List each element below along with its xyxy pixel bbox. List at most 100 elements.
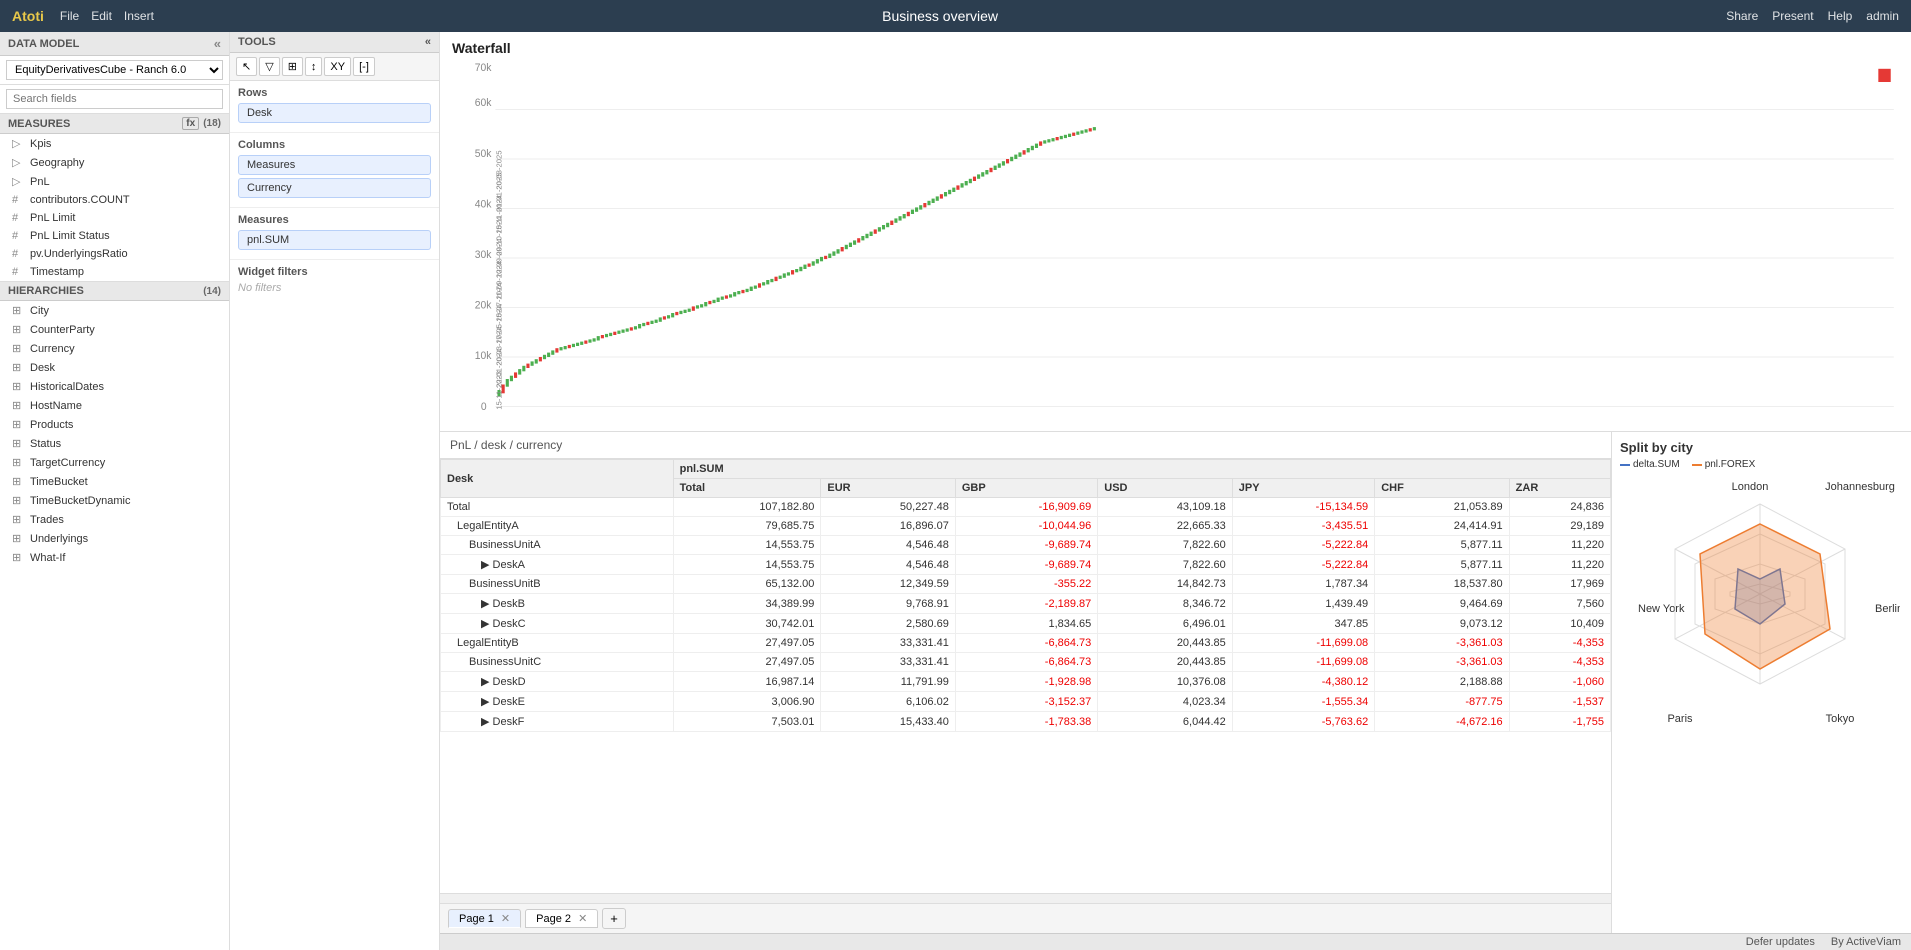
- tree-label: TimeBucketDynamic: [30, 495, 130, 507]
- cell-zar: 7,560: [1509, 594, 1610, 614]
- pagination: Page 1 ✕ Page 2 ✕ +: [440, 903, 1611, 933]
- columns-measures-item[interactable]: Measures: [238, 155, 431, 175]
- hierarchy-icon: ⊞: [12, 475, 26, 488]
- table-wrapper[interactable]: Desk pnl.SUM Total EUR GBP USD JPY CHF Z…: [440, 459, 1611, 893]
- cell-zar: 11,220: [1509, 536, 1610, 555]
- tree-item-timebucket[interactable]: ⊞ TimeBucket: [0, 472, 229, 491]
- cell-total: 16,987.14: [673, 672, 821, 692]
- hash-icon: #: [12, 266, 26, 278]
- tool-btn-filter[interactable]: ▽: [259, 57, 279, 76]
- columns-section: Columns Measures Currency: [230, 133, 439, 208]
- tree-item-currency[interactable]: ⊞ Currency: [0, 339, 229, 358]
- rows-section: Rows Desk: [230, 81, 439, 133]
- tree-item-pnl[interactable]: ▷PnL: [0, 172, 229, 191]
- tree-label: PnL: [30, 176, 50, 188]
- tree-item-pvunderlying[interactable]: #pv.UnderlyingsRatio: [0, 245, 229, 263]
- cube-select[interactable]: EquityDerivativesCube - Ranch 6.0: [6, 60, 223, 80]
- cell-total: 27,497.05: [673, 653, 821, 672]
- tree-item-pnllimit[interactable]: #PnL Limit: [0, 209, 229, 227]
- collapse-icon[interactable]: «: [214, 36, 221, 51]
- tool-btn-sort[interactable]: ↕: [305, 57, 323, 76]
- cell-usd: 8,346.72: [1098, 594, 1232, 614]
- search-section: [0, 85, 229, 114]
- table-row: ▶ DeskB 34,389.99 9,768.91 -2,189.87 8,3…: [441, 594, 1611, 614]
- hierarchies-count: (14): [203, 286, 221, 297]
- cell-gbp: -3,152.37: [955, 692, 1097, 712]
- tree-item-status[interactable]: ⊞Status: [0, 434, 229, 453]
- cell-jpy: -15,134.59: [1232, 498, 1374, 517]
- close-page2[interactable]: ✕: [578, 913, 587, 925]
- cell-gbp: -6,864.73: [955, 653, 1097, 672]
- tree-item-timebucketdynamic[interactable]: ⊞TimeBucketDynamic: [0, 491, 229, 510]
- hierarchy-icon: ⊞: [12, 361, 26, 374]
- menu-edit[interactable]: Edit: [91, 9, 112, 23]
- cell-eur: 11,791.99: [821, 672, 955, 692]
- tree-label: TimeBucket: [30, 476, 88, 488]
- present-btn[interactable]: Present: [1772, 9, 1813, 23]
- page1-tab[interactable]: Page 1 ✕: [448, 909, 521, 928]
- tool-btn-arrow[interactable]: ↖: [236, 57, 257, 76]
- th-pnlsum: pnl.SUM: [673, 460, 1610, 479]
- rows-desk-item[interactable]: Desk: [238, 103, 431, 123]
- tree-label: Underlyings: [30, 533, 88, 545]
- add-page-btn[interactable]: +: [602, 908, 626, 929]
- menu-insert[interactable]: Insert: [124, 9, 154, 23]
- tree-item-contributors[interactable]: #contributors.COUNT: [0, 191, 229, 209]
- tree-item-trades[interactable]: ⊞Trades: [0, 510, 229, 529]
- admin-btn[interactable]: admin: [1866, 9, 1899, 23]
- fx-btn[interactable]: fx: [182, 117, 199, 130]
- share-btn[interactable]: Share: [1726, 9, 1758, 23]
- page-title: Business overview: [882, 8, 998, 24]
- svg-text:40k: 40k: [475, 198, 492, 210]
- cell-zar: -1,537: [1509, 692, 1610, 712]
- cube-selector: EquityDerivativesCube - Ranch 6.0: [0, 56, 229, 85]
- tree-item-hostname[interactable]: ⊞HostName: [0, 396, 229, 415]
- tree-item-pnllimitstatus[interactable]: #PnL Limit Status: [0, 227, 229, 245]
- page2-tab[interactable]: Page 2 ✕: [525, 909, 598, 928]
- svg-text:20k: 20k: [475, 299, 492, 311]
- tree-item-counterparty[interactable]: ⊞CounterParty: [0, 320, 229, 339]
- tree-item-whatif[interactable]: ⊞What-If: [0, 548, 229, 567]
- tree-label: Currency: [30, 343, 75, 355]
- left-panel: DATA MODEL « EquityDerivativesCube - Ran…: [0, 32, 230, 950]
- tool-btn-bracket[interactable]: [-]: [353, 57, 375, 76]
- measures-label: MEASURES: [8, 118, 70, 130]
- help-btn[interactable]: Help: [1828, 9, 1853, 23]
- tree-item-targetcurrency[interactable]: ⊞TargetCurrency: [0, 453, 229, 472]
- table-scrollbar-h[interactable]: [440, 893, 1611, 903]
- hierarchy-icon: ⊞: [12, 342, 26, 355]
- cell-total: 14,553.75: [673, 536, 821, 555]
- close-page1[interactable]: ✕: [501, 913, 510, 925]
- tool-btn-grid[interactable]: ⊞: [282, 57, 303, 76]
- tree-label: contributors.COUNT: [30, 194, 130, 206]
- hierarchy-icon: ⊞: [12, 418, 26, 431]
- cell-total: 79,685.75: [673, 517, 821, 536]
- tree-label: City: [30, 305, 49, 317]
- menu-file[interactable]: File: [60, 9, 79, 23]
- tree-item-historicaldates[interactable]: ⊞HistoricalDates: [0, 377, 229, 396]
- cell-zar: 17,969: [1509, 575, 1610, 594]
- columns-currency-item[interactable]: Currency: [238, 178, 431, 198]
- tree-item-city[interactable]: ⊞City: [0, 301, 229, 320]
- tree-item-timestamp[interactable]: #Timestamp: [0, 263, 229, 281]
- tree-item-kpis[interactable]: ▷Kpis: [0, 134, 229, 153]
- tools-collapse-icon[interactable]: «: [425, 36, 431, 48]
- tools-label: TOOLS: [238, 36, 276, 48]
- defer-updates-btn[interactable]: Defer updates: [1746, 936, 1815, 948]
- cell-gbp: -1,783.38: [955, 712, 1097, 732]
- cell-usd: 7,822.60: [1098, 555, 1232, 575]
- svg-text:30k: 30k: [475, 249, 492, 261]
- main-layout: DATA MODEL « EquityDerivativesCube - Ran…: [0, 32, 1911, 950]
- tool-btn-xy[interactable]: XY: [324, 57, 351, 76]
- hierarchy-icon: ⊞: [12, 551, 26, 564]
- tree-item-underlyings[interactable]: ⊞Underlyings: [0, 529, 229, 548]
- measures-pnlsum-item[interactable]: pnl.SUM: [238, 230, 431, 250]
- tree-item-geography[interactable]: ▷Geography: [0, 153, 229, 172]
- search-input[interactable]: [6, 89, 223, 109]
- tree-item-desk[interactable]: ⊞Desk: [0, 358, 229, 377]
- tree-item-products[interactable]: ⊞Products: [0, 415, 229, 434]
- cell-desk: ▶ DeskC: [441, 614, 674, 634]
- cell-zar: 10,409: [1509, 614, 1610, 634]
- cell-jpy: 1,439.49: [1232, 594, 1374, 614]
- cell-jpy: 347.85: [1232, 614, 1374, 634]
